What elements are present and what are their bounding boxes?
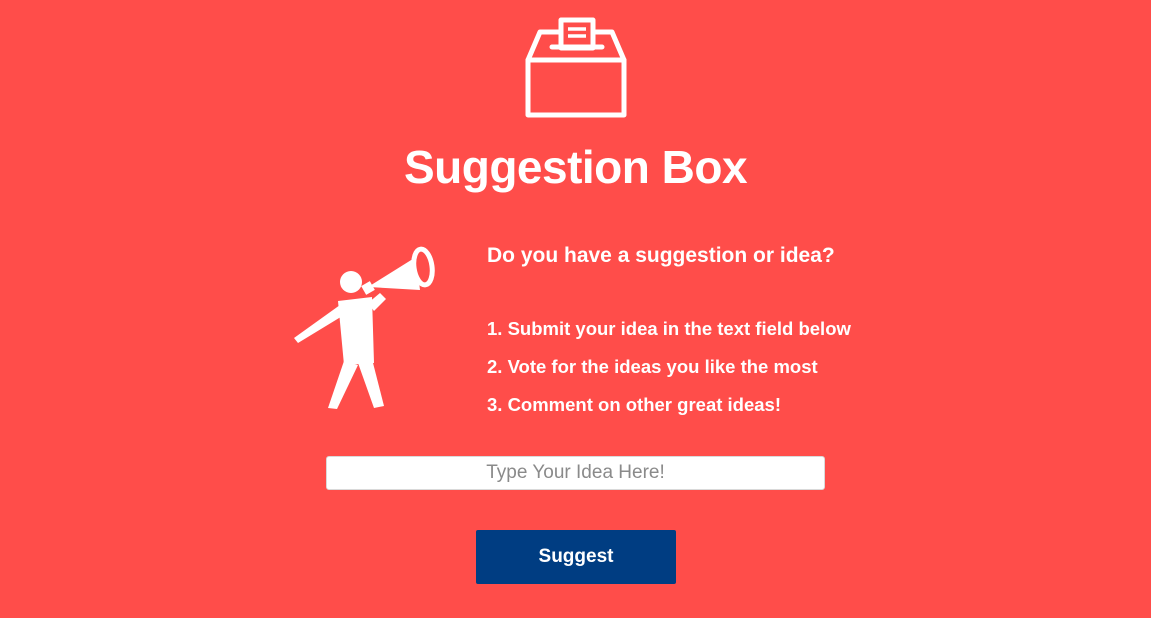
step-item: 2. Vote for the ideas you like the most xyxy=(487,356,818,377)
intro-question: Do you have a suggestion or idea? xyxy=(487,244,835,267)
ballot-box-icon xyxy=(524,17,628,121)
step-item: 3. Comment on other great ideas! xyxy=(487,394,781,415)
idea-input[interactable] xyxy=(326,456,825,490)
suggest-button[interactable]: Suggest xyxy=(476,530,676,584)
page-title: Suggestion Box xyxy=(403,141,748,193)
step-item: 1. Submit your idea in the text field be… xyxy=(487,318,851,339)
instructions: Do you have a suggestion or idea? 1. Sub… xyxy=(487,240,907,424)
steps-list: 1. Submit your idea in the text field be… xyxy=(487,310,907,424)
megaphone-person-icon xyxy=(292,243,438,411)
suggestion-box-page: Suggestion Box Do you have a suggestion … xyxy=(0,0,1151,618)
